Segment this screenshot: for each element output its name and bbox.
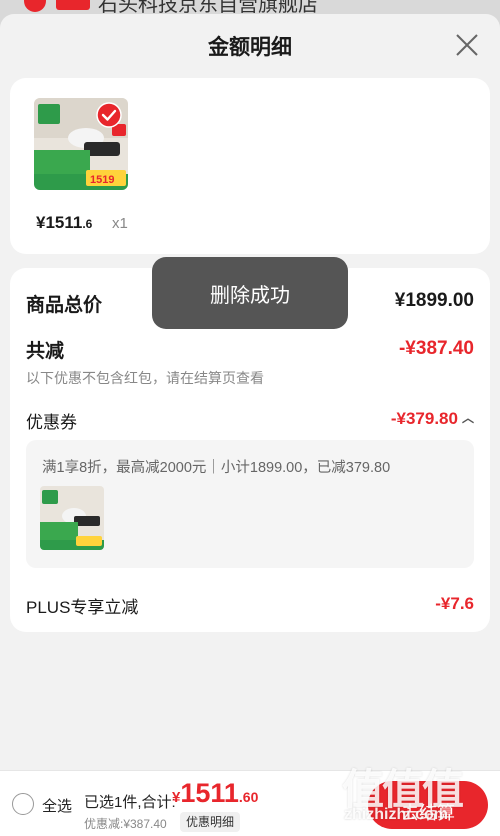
store-check-icon[interactable] (24, 0, 46, 12)
image-badge-price: 1519 (90, 174, 114, 186)
coupon-detail-box: 满1享8折，最高减2000元｜小计1899.00，已减379.80 (26, 440, 474, 568)
total-reduce-value: -¥387.40 (398, 338, 474, 359)
sum-amount: ¥1511.60 (172, 778, 258, 809)
product-price-integer: ¥1511 (36, 213, 83, 232)
select-all-label[interactable]: 全选 (42, 795, 72, 816)
coupon-toggle[interactable]: -¥379.80 ︿ (391, 409, 474, 429)
selected-check-icon[interactable] (96, 102, 122, 128)
product-image[interactable]: 1519 (34, 98, 128, 190)
product-price: ¥1511.6 (36, 213, 92, 233)
reduce-note: 以下优惠不包含红包，请在结算页查看 (26, 370, 264, 386)
close-icon[interactable] (454, 32, 480, 58)
discount-detail-button[interactable]: 优惠明细 (180, 812, 241, 832)
amount-detail-sheet: 金额明细 1519 ¥1511.6 x1 商品总价 ¥1899.00 共减 -¥… (0, 14, 500, 836)
checkout-button[interactable]: 去结算 (368, 781, 488, 829)
discount-text: 优惠减:¥387.40 (84, 817, 167, 831)
coupon-product-image-art (40, 486, 104, 550)
checkout-bar: 全选 已选1件,合计: ¥1511.60 优惠减:¥387.40 优惠明细 去结… (0, 770, 500, 836)
store-name[interactable]: 石头科技京东自营旗舰店 (98, 0, 318, 14)
coupon-product-image (40, 486, 104, 550)
sheet-header: 金额明细 (0, 14, 500, 76)
sum-decimal: .60 (238, 789, 259, 805)
coupon-label[interactable]: 优惠券 (26, 408, 77, 433)
product-card: 1519 ¥1511.6 x1 (10, 78, 490, 254)
plus-discount-value: -¥7.6 (435, 594, 474, 613)
toast-message: 删除成功 (152, 257, 348, 329)
product-quantity: x1 (112, 215, 128, 232)
total-price-label: 商品总价 (26, 295, 103, 316)
sheet-title: 金额明细 (208, 36, 292, 59)
self-operated-tag (56, 0, 90, 10)
total-reduce-label: 共减 (26, 341, 65, 362)
coupon-value: -¥379.80 (390, 409, 458, 428)
selected-count-text: 已选1件,合计: (84, 794, 176, 811)
total-price-value: ¥1899.00 (394, 290, 474, 311)
sum-integer: 1511 (180, 778, 239, 808)
coupon-description: 满1享8折，最高减2000元｜小计1899.00，已减379.80 (42, 460, 391, 476)
select-all-radio[interactable] (12, 793, 34, 815)
chevron-up-icon[interactable]: ︿ (462, 409, 474, 426)
store-header-strip: 石头科技京东自营旗舰店 (0, 0, 500, 14)
product-price-decimal: .6 (82, 217, 93, 231)
plus-discount-label: PLUS专享立减 (26, 598, 139, 617)
